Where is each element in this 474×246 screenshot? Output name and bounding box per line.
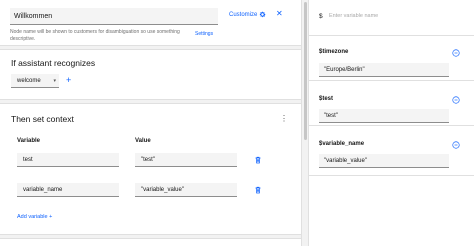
context-variable-value[interactable]: "Europe/Berlin" <box>319 63 449 77</box>
add-variable-label: Add variable <box>17 214 48 220</box>
variable-column-header: Variable <box>17 138 41 144</box>
recognizes-heading: If assistant recognizes <box>11 58 96 68</box>
context-variable-item: $test "test" <box>309 81 474 126</box>
plus-icon: + <box>49 214 53 220</box>
variable-value-input[interactable]: "test" <box>135 153 237 167</box>
scrollbar[interactable] <box>301 0 308 246</box>
add-variable-link[interactable]: Add variable + <box>17 214 52 220</box>
gear-icon <box>260 11 266 18</box>
node-name-helper-text: Node name will be shown to customers for… <box>10 29 180 42</box>
context-variable-value[interactable]: "test" <box>319 109 449 123</box>
remove-circle-icon[interactable] <box>452 141 460 149</box>
context-variable-name: $variable_name <box>319 141 365 147</box>
search-row: $ Enter variable name <box>309 0 474 36</box>
section-divider <box>0 45 301 50</box>
section-divider <box>0 234 301 239</box>
context-variables-panel: $ Enter variable name $timezone "Europe/… <box>308 0 474 246</box>
context-variable-item: $variable_name "variable_value" <box>309 126 474 176</box>
trash-icon[interactable] <box>254 156 262 164</box>
remove-circle-icon[interactable] <box>452 49 460 57</box>
close-icon[interactable]: ✕ <box>276 9 283 19</box>
value-column-header: Value <box>135 138 151 144</box>
variable-search-input[interactable]: Enter variable name <box>329 13 378 19</box>
condition-value: welcome <box>17 78 41 84</box>
add-condition-icon[interactable]: + <box>66 75 71 85</box>
scrollbar-thumb[interactable] <box>304 2 307 140</box>
remove-circle-icon[interactable] <box>452 96 460 104</box>
dollar-prefix: $ <box>319 13 323 20</box>
customize-button[interactable]: Customize <box>229 11 266 18</box>
customize-label: Customize <box>229 11 258 18</box>
context-variable-item: $timezone "Europe/Berlin" <box>309 36 474 81</box>
context-variable-value[interactable]: "variable_value" <box>319 154 449 168</box>
trash-icon[interactable] <box>254 186 262 194</box>
section-divider <box>0 99 301 104</box>
chevron-down-icon: ▾ <box>53 78 56 84</box>
context-variable-name: $test <box>319 96 334 102</box>
context-variable-name: $timezone <box>319 49 349 55</box>
condition-input[interactable]: welcome ▾ <box>11 74 59 88</box>
settings-link[interactable]: Settings <box>195 31 213 37</box>
variable-name-input[interactable]: variable_name <box>17 183 119 197</box>
variable-value-input[interactable]: "variable_value" <box>135 183 237 197</box>
variable-name-input[interactable]: test <box>17 153 119 167</box>
overflow-menu-icon[interactable]: ⋮ <box>280 114 288 123</box>
node-name-input[interactable]: Willkommen <box>10 8 218 25</box>
context-heading: Then set context <box>11 114 74 124</box>
node-editor-panel: Willkommen Customize ✕ Node name will be… <box>0 0 301 246</box>
